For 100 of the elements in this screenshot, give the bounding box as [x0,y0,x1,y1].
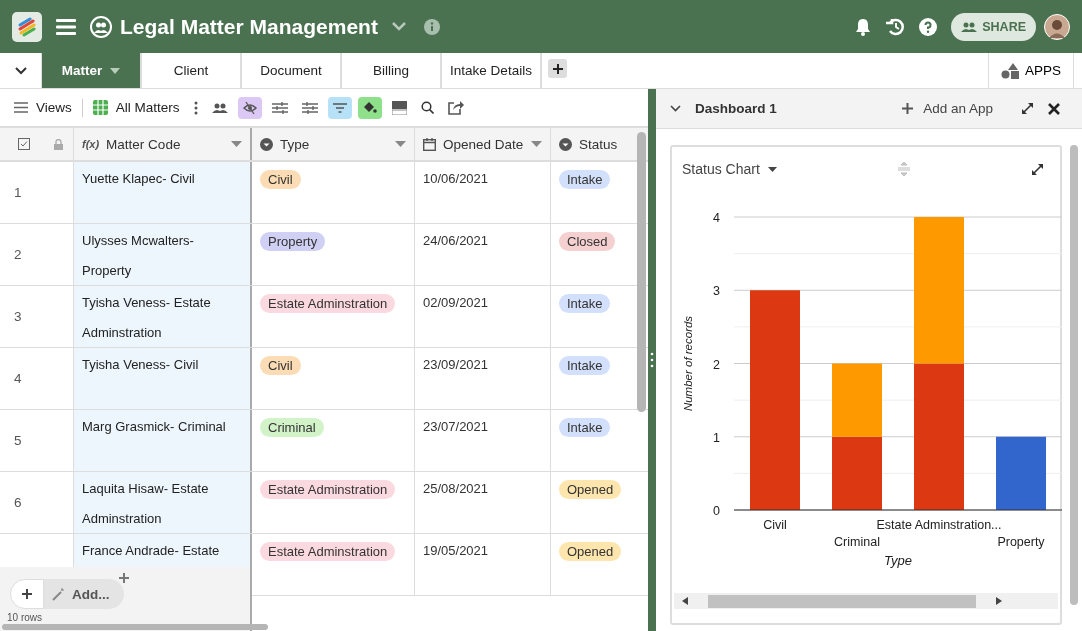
people-icon [961,21,978,32]
caret-icon[interactable] [231,141,242,147]
scrollbar[interactable] [2,624,268,630]
people-icon[interactable] [211,102,228,113]
add-button[interactable]: Add... [44,579,124,609]
table-cell-text: 23/09/2021 [423,356,489,374]
scrollbar[interactable] [1070,145,1078,605]
status-tag: Opened [559,480,622,499]
avatar[interactable] [1044,13,1070,40]
table-cell-text: 23/07/2021 [423,418,489,436]
table-cell-text: France Andrade- Estate [82,542,220,560]
table-cell-text: 10/06/2021 [423,170,489,188]
dropdown-field-icon [260,137,273,151]
magic-wand-icon [52,587,66,601]
share-out-icon[interactable] [447,100,464,115]
scrollbar[interactable] [674,593,1058,609]
row-number: 1 [14,185,22,200]
add-row-button[interactable] [10,579,44,609]
axis-tick-label: 3 [713,284,720,299]
paint-bucket-icon [362,100,378,115]
hide-fields-button[interactable] [237,96,262,119]
select-all-icon[interactable] [18,138,30,150]
views-button[interactable]: Views [14,100,72,115]
type-tag: Property [260,232,326,251]
caret-icon [110,67,121,74]
table-cell-text: 25/08/2021 [423,480,489,498]
chevron-down-icon[interactable] [670,105,681,112]
table-cell-text: Tyisha Veness- Estate Adminstration [82,294,212,342]
row-count: 10 rows [7,612,42,623]
row-number: 5 [14,433,22,448]
table-cell-text: Laquita Hisaw- Estate Adminstration [82,480,210,528]
table-cell-text: Tyisha Veness- Civil [82,356,199,374]
type-tag: Civil [260,170,301,189]
category-label: Criminal [834,535,880,549]
menu-icon [14,102,28,113]
column-header[interactable]: Matter Code [106,136,224,152]
category-label: Estate Adminstration... [876,518,1002,532]
table-cell-text: 24/06/2021 [423,232,489,250]
filter-icon [332,102,347,113]
scrollbar[interactable] [637,132,646,412]
lock-icon [54,138,63,150]
type-tag: Estate Adminstration [260,542,396,561]
table-cell-text: Ulysses Mcwalters- Property [82,232,195,280]
dropdown-field-icon [559,137,572,151]
status-tag: Intake [559,170,611,189]
menu-icon[interactable] [56,18,76,35]
info-icon[interactable] [423,18,440,35]
app-logo[interactable] [12,11,42,42]
plus-icon [902,103,914,114]
y-axis-title: Number of records [682,315,694,412]
drag-handle-icon[interactable] [650,352,654,368]
add-app-button[interactable]: Add an App [896,100,999,117]
bell-icon[interactable] [855,17,872,36]
add-tab-button[interactable] [548,59,567,78]
row-height-icon[interactable] [391,100,407,115]
chart-title-dropdown[interactable]: Status Chart [682,161,777,177]
x-axis-title: Type [884,553,912,568]
expand-icon[interactable] [1021,102,1034,115]
more-icon[interactable] [193,100,198,115]
column-header[interactable]: Type [280,136,388,152]
axis-tick-label: 2 [713,357,720,372]
sliders-icon[interactable] [301,100,318,115]
sheet-tab[interactable]: Matter [42,53,142,88]
scroll-left-icon[interactable] [682,597,688,605]
type-tag: Criminal [260,418,324,437]
apps-button[interactable]: APPS [988,53,1074,88]
filter-button[interactable] [327,96,352,119]
close-icon[interactable] [1048,102,1060,115]
table-cell-text: 19/05/2021 [423,542,489,560]
eye-icon [242,100,257,115]
status-tag: Opened [559,542,622,561]
axis-tick-label: 1 [713,430,720,445]
type-tag: Civil [260,356,301,375]
scroll-right-icon[interactable] [996,597,1002,605]
plus-icon [21,588,33,600]
column-header[interactable]: Opened Date [443,136,524,152]
search-icon[interactable] [420,101,434,114]
chevron-down-icon [14,67,27,75]
category-label: Property [997,535,1045,549]
table-cell-text: 02/09/2021 [423,294,489,312]
plus-icon[interactable] [119,573,129,583]
share-button[interactable]: SHARE [951,12,1036,41]
axis-tick-label: 0 [713,504,720,518]
document-title: Legal Matter Management [120,14,378,39]
row-number: 4 [14,371,22,386]
expand-icon[interactable] [1031,162,1044,176]
type-tag: Estate Adminstration [260,480,396,499]
paint-bucket-button[interactable] [357,96,382,119]
caret-icon[interactable] [395,141,406,147]
status-tag: Closed [559,232,616,251]
column-header[interactable]: Status [579,136,628,152]
view-selector[interactable]: All Matters [92,100,180,115]
caret-icon[interactable] [531,141,542,147]
help-icon[interactable] [919,17,938,36]
row-number: 6 [14,495,22,510]
history-icon[interactable] [885,17,906,36]
table-cell-text: Marg Grasmick- Criminal [82,418,226,436]
drag-handle-icon[interactable] [896,162,911,176]
sliders-icon[interactable] [271,100,288,115]
table-cell-text: Yuette Klapec- Civil [82,170,195,188]
